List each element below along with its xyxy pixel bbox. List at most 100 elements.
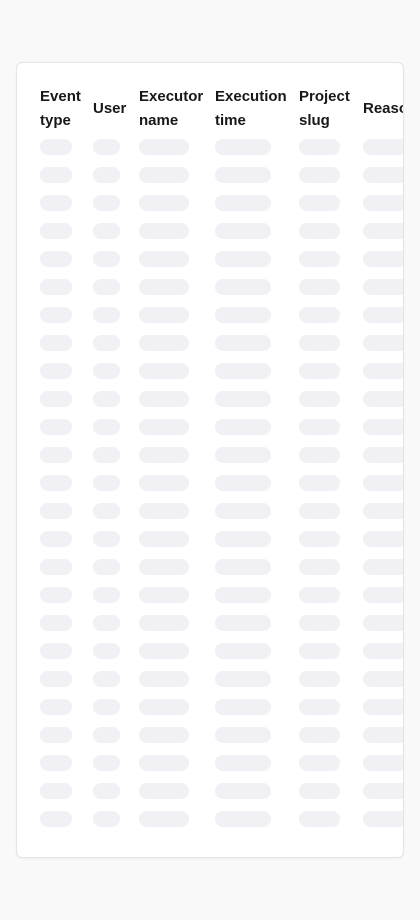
skeleton-cell-event-type bbox=[40, 755, 72, 771]
skeleton-cell-reason bbox=[363, 587, 403, 603]
skeleton-cell-event-type bbox=[40, 419, 72, 435]
skeleton-cell-user bbox=[93, 167, 120, 183]
table-row-skeleton bbox=[17, 615, 403, 643]
skeleton-cell-executor-name bbox=[139, 391, 189, 407]
skeleton-cell-executor-name bbox=[139, 615, 189, 631]
skeleton-cell-executor-name bbox=[139, 167, 189, 183]
skeleton-cell-execution-time bbox=[215, 503, 271, 519]
skeleton-cell-event-type bbox=[40, 251, 72, 267]
skeleton-cell-execution-time bbox=[215, 615, 271, 631]
skeleton-cell-reason bbox=[363, 559, 403, 575]
table-row-skeleton bbox=[17, 195, 403, 223]
skeleton-cell-project-slug bbox=[299, 167, 340, 183]
skeleton-cell-execution-time bbox=[215, 643, 271, 659]
skeleton-cell-event-type bbox=[40, 615, 72, 631]
skeleton-cell-execution-time bbox=[215, 559, 271, 575]
skeleton-cell-event-type bbox=[40, 307, 72, 323]
skeleton-cell-event-type bbox=[40, 475, 72, 491]
skeleton-cell-event-type bbox=[40, 727, 72, 743]
skeleton-cell-executor-name bbox=[139, 811, 189, 827]
skeleton-cell-executor-name bbox=[139, 307, 189, 323]
skeleton-cell-event-type bbox=[40, 643, 72, 659]
skeleton-cell-execution-time bbox=[215, 447, 271, 463]
skeleton-cell-project-slug bbox=[299, 391, 340, 407]
skeleton-cell-user bbox=[93, 615, 120, 631]
table-row-skeleton bbox=[17, 167, 403, 195]
skeleton-cell-project-slug bbox=[299, 251, 340, 267]
table-row-skeleton bbox=[17, 279, 403, 307]
table-row-skeleton bbox=[17, 727, 403, 755]
column-header-execution-time[interactable]: Execution time bbox=[215, 85, 287, 133]
table-row-skeleton bbox=[17, 587, 403, 615]
skeleton-cell-user bbox=[93, 699, 120, 715]
skeleton-cell-reason bbox=[363, 167, 403, 183]
column-header-executor-name[interactable]: Executor name bbox=[139, 85, 203, 133]
skeleton-cell-user bbox=[93, 531, 120, 547]
table-row-skeleton bbox=[17, 391, 403, 419]
skeleton-cell-executor-name bbox=[139, 447, 189, 463]
skeleton-cell-execution-time bbox=[215, 391, 271, 407]
skeleton-cell-project-slug bbox=[299, 811, 340, 827]
skeleton-cell-user bbox=[93, 503, 120, 519]
skeleton-cell-execution-time bbox=[215, 307, 271, 323]
skeleton-cell-event-type bbox=[40, 531, 72, 547]
skeleton-cell-execution-time bbox=[215, 783, 271, 799]
skeleton-cell-project-slug bbox=[299, 531, 340, 547]
skeleton-cell-reason bbox=[363, 363, 403, 379]
skeleton-cell-executor-name bbox=[139, 139, 189, 155]
skeleton-cell-reason bbox=[363, 195, 403, 211]
skeleton-cell-event-type bbox=[40, 391, 72, 407]
column-header-user[interactable]: User bbox=[93, 97, 126, 121]
skeleton-cell-reason bbox=[363, 335, 403, 351]
table-row-skeleton bbox=[17, 811, 403, 839]
skeleton-cell-reason bbox=[363, 699, 403, 715]
column-header-project-slug[interactable]: Project slug bbox=[299, 85, 350, 133]
skeleton-cell-user bbox=[93, 475, 120, 491]
skeleton-cell-reason bbox=[363, 307, 403, 323]
skeleton-cell-executor-name bbox=[139, 419, 189, 435]
table-row-skeleton bbox=[17, 643, 403, 671]
column-header-reason[interactable]: Reason bbox=[363, 97, 403, 121]
skeleton-cell-project-slug bbox=[299, 783, 340, 799]
table-header-row: Event type User Executor name Execution … bbox=[17, 63, 403, 143]
skeleton-cell-executor-name bbox=[139, 559, 189, 575]
skeleton-cell-executor-name bbox=[139, 195, 189, 211]
skeleton-cell-executor-name bbox=[139, 727, 189, 743]
skeleton-cell-project-slug bbox=[299, 419, 340, 435]
skeleton-cell-user bbox=[93, 335, 120, 351]
skeleton-cell-user bbox=[93, 559, 120, 575]
skeleton-cell-reason bbox=[363, 671, 403, 687]
skeleton-cell-execution-time bbox=[215, 251, 271, 267]
skeleton-cell-reason bbox=[363, 391, 403, 407]
column-header-event-type[interactable]: Event type bbox=[40, 85, 81, 133]
skeleton-cell-execution-time bbox=[215, 727, 271, 743]
skeleton-cell-executor-name bbox=[139, 699, 189, 715]
table-row-skeleton bbox=[17, 307, 403, 335]
skeleton-cell-project-slug bbox=[299, 671, 340, 687]
skeleton-cell-executor-name bbox=[139, 643, 189, 659]
skeleton-cell-event-type bbox=[40, 783, 72, 799]
skeleton-cell-project-slug bbox=[299, 475, 340, 491]
skeleton-cell-execution-time bbox=[215, 195, 271, 211]
skeleton-cell-event-type bbox=[40, 699, 72, 715]
audit-log-table-card: Event type User Executor name Execution … bbox=[16, 62, 404, 858]
skeleton-cell-project-slug bbox=[299, 335, 340, 351]
table-row-skeleton bbox=[17, 363, 403, 391]
skeleton-cell-execution-time bbox=[215, 587, 271, 603]
skeleton-cell-project-slug bbox=[299, 307, 340, 323]
skeleton-cell-reason bbox=[363, 279, 403, 295]
skeleton-cell-project-slug bbox=[299, 699, 340, 715]
table-row-skeleton bbox=[17, 447, 403, 475]
skeleton-cell-project-slug bbox=[299, 503, 340, 519]
skeleton-cell-user bbox=[93, 447, 120, 463]
skeleton-cell-event-type bbox=[40, 139, 72, 155]
table-row-skeleton bbox=[17, 559, 403, 587]
skeleton-cell-user bbox=[93, 307, 120, 323]
skeleton-cell-user bbox=[93, 223, 120, 239]
skeleton-cell-project-slug bbox=[299, 615, 340, 631]
skeleton-cell-user bbox=[93, 755, 120, 771]
skeleton-cell-reason bbox=[363, 419, 403, 435]
skeleton-cell-execution-time bbox=[215, 699, 271, 715]
skeleton-cell-executor-name bbox=[139, 223, 189, 239]
skeleton-cell-execution-time bbox=[215, 671, 271, 687]
